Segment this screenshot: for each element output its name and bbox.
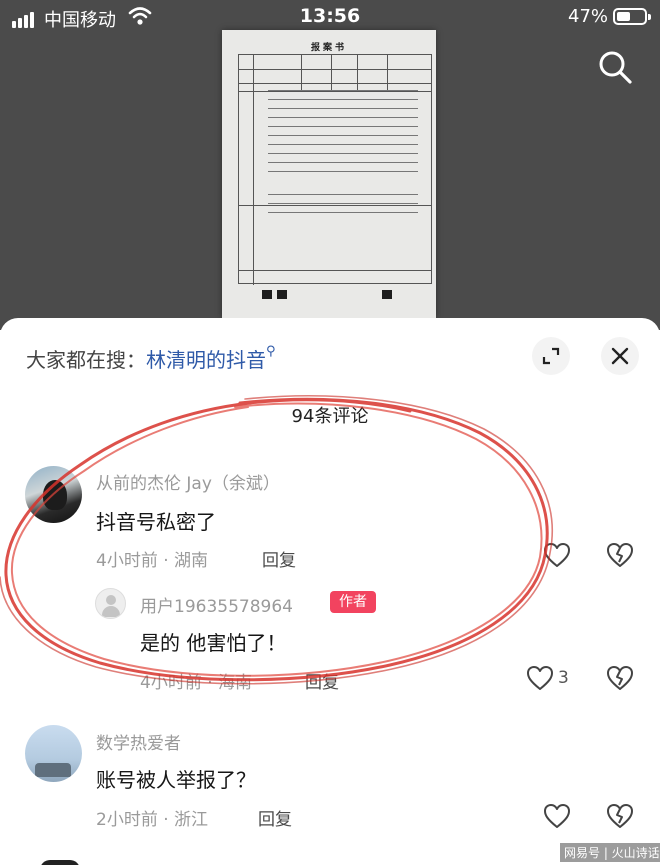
comment-meta: 4小时前 · 湖南 [96, 551, 209, 571]
search-keyword-icon: ⚲ [266, 344, 276, 359]
dislike-icon[interactable] [606, 803, 636, 831]
status-bar: 中国移动 13:56 47% [0, 0, 660, 36]
heart-icon[interactable] [543, 542, 573, 570]
author-badge: 作者 [330, 591, 376, 613]
like-count: 3 [558, 668, 569, 688]
dislike-icon[interactable] [606, 542, 636, 570]
comment-username[interactable]: 从前的杰伦 Jay（余斌） [96, 469, 280, 494]
battery-percent: 47% [568, 6, 609, 27]
next-comment-avatar [40, 860, 80, 865]
reply-meta: 4小时前 · 海南 [140, 673, 253, 693]
hot-search-label: 大家都在搜： [26, 348, 146, 372]
hot-search-keyword[interactable]: 林清明的抖音 [146, 348, 266, 372]
document-title: 报案书 [310, 43, 347, 53]
reply-text[interactable]: 是的 他害怕了！ [140, 627, 286, 656]
close-button[interactable] [601, 337, 639, 375]
battery-icon [613, 8, 651, 25]
comment-meta: 2小时前 · 浙江 [96, 810, 209, 830]
reply-username[interactable]: 用户19635578964 [140, 592, 293, 617]
expand-button[interactable] [532, 337, 570, 375]
report-document-photo: 报案书 [222, 30, 436, 318]
avatar[interactable] [25, 725, 82, 782]
clock: 13:56 [299, 5, 361, 27]
search-icon[interactable] [596, 48, 634, 86]
comment-text[interactable]: 账号被人举报了？ [96, 764, 256, 793]
dislike-icon[interactable] [606, 665, 636, 693]
heart-icon[interactable] [543, 803, 573, 831]
reply-button[interactable]: 回复 [305, 668, 339, 693]
document-handwriting [268, 90, 418, 221]
close-icon [611, 347, 629, 365]
watermark: 网易号 | 火山诗话 [560, 843, 660, 862]
reply-button[interactable]: 回复 [262, 546, 296, 571]
comment-username[interactable]: 数学热爱者 [96, 729, 181, 754]
avatar[interactable] [25, 466, 82, 523]
expand-icon [542, 347, 560, 365]
comment-text[interactable]: 抖音号私密了 [96, 506, 216, 535]
reply-button[interactable]: 回复 [258, 805, 292, 830]
comment-count: 94条评论 [291, 406, 369, 427]
hot-search-bar[interactable]: 大家都在搜：林清明的抖音⚲ [26, 344, 276, 373]
default-avatar-icon[interactable] [95, 588, 126, 619]
heart-icon[interactable] [526, 665, 556, 693]
